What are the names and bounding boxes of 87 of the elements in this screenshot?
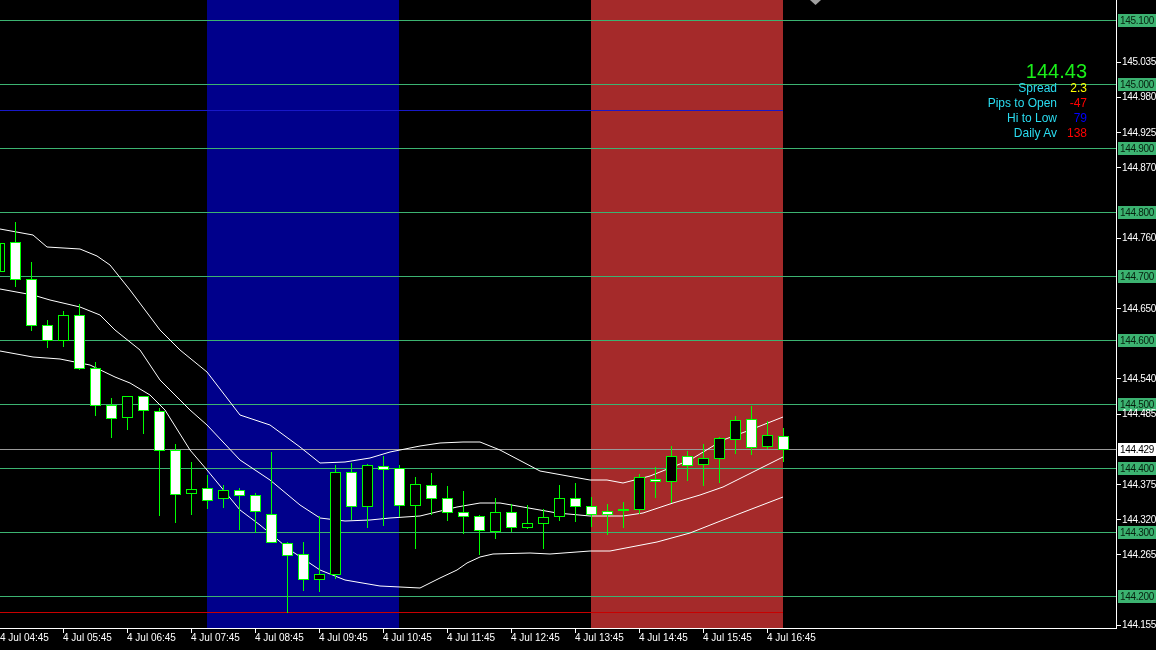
candlestick	[298, 541, 309, 592]
stat-label: Spread	[1018, 81, 1057, 96]
candlestick	[666, 445, 677, 504]
candlestick	[378, 455, 389, 527]
candlestick	[762, 420, 773, 450]
candlestick	[90, 361, 101, 417]
price-level-label: 144.900	[1118, 141, 1156, 155]
candlestick	[426, 472, 437, 516]
time-label: 4 Jul 04:45	[0, 632, 49, 644]
price-tick-label: 145.035	[1122, 55, 1156, 69]
candlestick	[202, 474, 213, 510]
candlestick	[714, 436, 725, 484]
candlestick	[218, 484, 229, 509]
price-tick-label: 144.265	[1122, 547, 1156, 561]
current-price-label: 144.429	[1118, 442, 1156, 456]
time-label: 4 Jul 13:45	[575, 632, 624, 644]
price-level-label: 144.200	[1118, 589, 1156, 603]
price-tick-label: 144.925	[1122, 125, 1156, 139]
time-label: 4 Jul 07:45	[191, 632, 240, 644]
candlestick	[634, 473, 645, 515]
candlestick	[778, 427, 789, 463]
candlestick	[234, 487, 245, 531]
stat-label: Daily Av	[1013, 126, 1057, 141]
price-level-label: 145.100	[1118, 13, 1156, 27]
candlestick	[394, 464, 405, 518]
candlestick	[138, 395, 149, 435]
candlestick	[650, 466, 661, 499]
price-level-label: 144.700	[1118, 269, 1156, 283]
stat-value: 2.3	[1069, 81, 1087, 96]
time-label: 4 Jul 11:45	[447, 632, 496, 644]
time-label: 4 Jul 05:45	[63, 632, 112, 644]
price-tick-label: 144.320	[1122, 512, 1156, 526]
stat-value: 138	[1065, 126, 1087, 141]
price-level-label: 145.000	[1118, 77, 1156, 91]
candlestick	[490, 497, 501, 540]
candlestick	[538, 508, 549, 550]
price-tick-label: 144.650	[1122, 301, 1156, 315]
price-level-label: 144.800	[1118, 205, 1156, 219]
stat-label: Pips to Open	[987, 96, 1057, 111]
time-label: 4 Jul 15:45	[703, 632, 752, 644]
candlestick	[186, 461, 197, 516]
price-tick-label: 144.870	[1122, 160, 1156, 174]
time-label: 4 Jul 09:45	[319, 632, 368, 644]
candlestick	[10, 221, 21, 288]
candlestick	[506, 503, 517, 533]
price-tick-label: 144.375	[1122, 477, 1156, 491]
stat-label: Hi to Low	[1006, 111, 1057, 126]
candlestick	[106, 397, 117, 439]
triangle-marker-icon[interactable]	[810, 0, 821, 5]
stat-value: 79	[1072, 111, 1087, 126]
price-tick-label: 144.540	[1122, 371, 1156, 385]
candlestick	[362, 463, 373, 529]
price-tick-label: 144.980	[1122, 90, 1156, 104]
price-tick-label: 144.155	[1122, 618, 1156, 632]
price-level-label: 144.600	[1118, 333, 1156, 347]
candlestick	[58, 310, 69, 348]
current-price: 144.43	[1025, 61, 1087, 81]
time-label: 4 Jul 10:45	[383, 632, 432, 644]
candlestick	[74, 303, 85, 371]
candlestick	[26, 261, 37, 332]
candlestick	[346, 462, 357, 521]
candlestick	[746, 405, 757, 456]
candlestick	[522, 504, 533, 530]
time-label: 4 Jul 12:45	[511, 632, 560, 644]
candlestick	[458, 490, 469, 535]
candlestick	[698, 443, 709, 487]
candlestick	[586, 496, 597, 528]
price-tick-label: 144.485	[1122, 408, 1156, 421]
candlestick	[618, 501, 629, 529]
price-tick-label: 144.760	[1122, 231, 1156, 245]
stat-value: -47	[1068, 96, 1087, 111]
candlestick	[122, 395, 133, 431]
price-level-label: 144.400	[1118, 461, 1156, 475]
candlestick	[730, 415, 741, 455]
candlestick	[570, 482, 581, 523]
candlestick	[250, 492, 261, 534]
time-label: 4 Jul 08:45	[255, 632, 304, 644]
price-level-label: 144.300	[1118, 525, 1156, 539]
candlestick	[474, 514, 485, 556]
time-label: 4 Jul 16:45	[767, 632, 816, 644]
candlestick	[442, 485, 453, 522]
candlestick	[42, 319, 53, 349]
time-label: 4 Jul 14:45	[639, 632, 688, 644]
candlestick	[602, 503, 613, 536]
candlestick	[554, 484, 565, 522]
candlestick	[682, 450, 693, 482]
time-label: 4 Jul 06:45	[127, 632, 176, 644]
